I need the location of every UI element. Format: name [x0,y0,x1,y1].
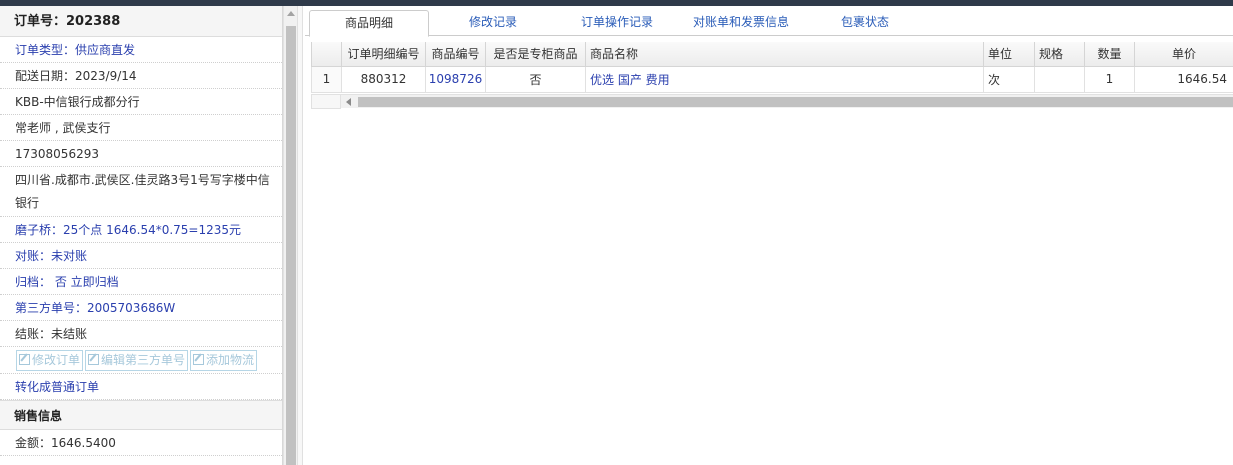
col-header-product-id[interactable]: 商品编号 [425,42,486,67]
order-number-header: 订单号：202388 [0,6,282,37]
edit-icon [88,354,100,365]
col-header-counter-product[interactable]: 是否是专柜商品 [485,42,586,67]
unit-price-cell: 1646.54 [1134,66,1233,93]
order-info-panel: 订单号：202388 订单类型：供应商直发 配送日期：2023/9/14 KBB… [0,6,283,465]
tab-product-details[interactable]: 商品明细 [309,10,429,37]
product-grid: 订单明细编号 商品编号 是否是专柜商品 商品名称 单位 规格 数量 单价 1 8… [311,42,1233,93]
col-header-unit-price[interactable]: 单价 [1134,42,1233,67]
grid-horizontal-scrollbar[interactable] [341,94,1233,108]
order-note: 磨子桥：25个点 1646.54*0.75=1235元 [0,217,282,243]
scroll-left-icon[interactable] [346,98,351,106]
grid-header-row: 订单明细编号 商品编号 是否是专柜商品 商品名称 单位 规格 数量 单价 [311,42,1233,67]
row-number: 1 [311,66,342,93]
col-header-rownum [311,42,342,67]
col-header-product-name[interactable]: 商品名称 [585,42,984,67]
spec-cell [1034,66,1085,93]
tab-package-status[interactable]: 包裹状态 [805,10,925,36]
order-type: 订单类型：供应商直发 [0,37,282,63]
scrollbar-thumb[interactable] [286,26,296,465]
scroll-up-icon[interactable] [287,11,295,16]
grid-corner [311,94,341,109]
add-logistics-label: 添加物流 [206,353,255,367]
col-header-detail-id[interactable]: 订单明细编号 [341,42,426,67]
panel-splitter[interactable] [297,6,303,465]
edit-order-label: 修改订单 [32,353,81,367]
delivery-date: 配送日期：2023/9/14 [0,63,282,89]
quantity-cell: 1 [1084,66,1135,93]
add-logistics-button[interactable]: 添加物流 [190,350,258,371]
contact-name: 常老师 , 武侯支行 [0,115,282,141]
phone-number: 17308056293 [0,141,282,167]
product-name-link[interactable]: 优选 国产 费用 [585,66,984,93]
tab-operation-log[interactable]: 订单操作记录 [557,10,677,36]
counter-product-cell: 否 [485,66,586,93]
sales-info-header: 销售信息 [0,400,282,430]
detail-id-cell: 880312 [341,66,426,93]
tab-modification-log[interactable]: 修改记录 [433,10,553,36]
settlement-status: 结账：未结账 [0,321,282,347]
edit-third-party-label: 编辑第三方单号 [101,353,186,367]
tab-statement-invoice[interactable]: 对账单和发票信息 [681,10,801,36]
action-buttons: 修改订单 编辑第三方单号 添加物流 [0,347,282,374]
edit-order-button[interactable]: 修改订单 [16,350,84,371]
col-header-quantity[interactable]: 数量 [1084,42,1135,67]
tab-bar: 商品明细 修改记录 订单操作记录 对账单和发票信息 包裹状态 [305,6,1233,37]
horizontal-scrollbar-thumb[interactable] [358,97,1233,107]
unit-cell: 次 [983,66,1035,93]
left-scrollbar[interactable] [283,6,297,465]
delivery-address: 四川省.成都市.武侯区.佳灵路3号1号写字楼中信银行 [0,167,282,217]
reconcile-status: 对账：未对账 [0,243,282,269]
edit-icon [19,354,30,365]
amount: 金额：1646.5400 [0,430,282,456]
col-header-spec[interactable]: 规格 [1034,42,1085,67]
edit-icon [193,354,205,365]
convert-order-link[interactable]: 转化成普通订单 [0,374,282,400]
company-name: KBB-中信银行成都分行 [0,89,282,115]
third-party-number: 第三方单号：2005703686W [0,295,282,321]
product-id-link[interactable]: 1098726 [425,66,486,93]
archive-status[interactable]: 归档： 否 立即归档 [0,269,282,295]
col-header-unit[interactable]: 单位 [983,42,1035,67]
edit-third-party-button[interactable]: 编辑第三方单号 [85,350,189,371]
table-row[interactable]: 1 880312 1098726 否 优选 国产 费用 次 1 1646.54 [311,66,1233,93]
